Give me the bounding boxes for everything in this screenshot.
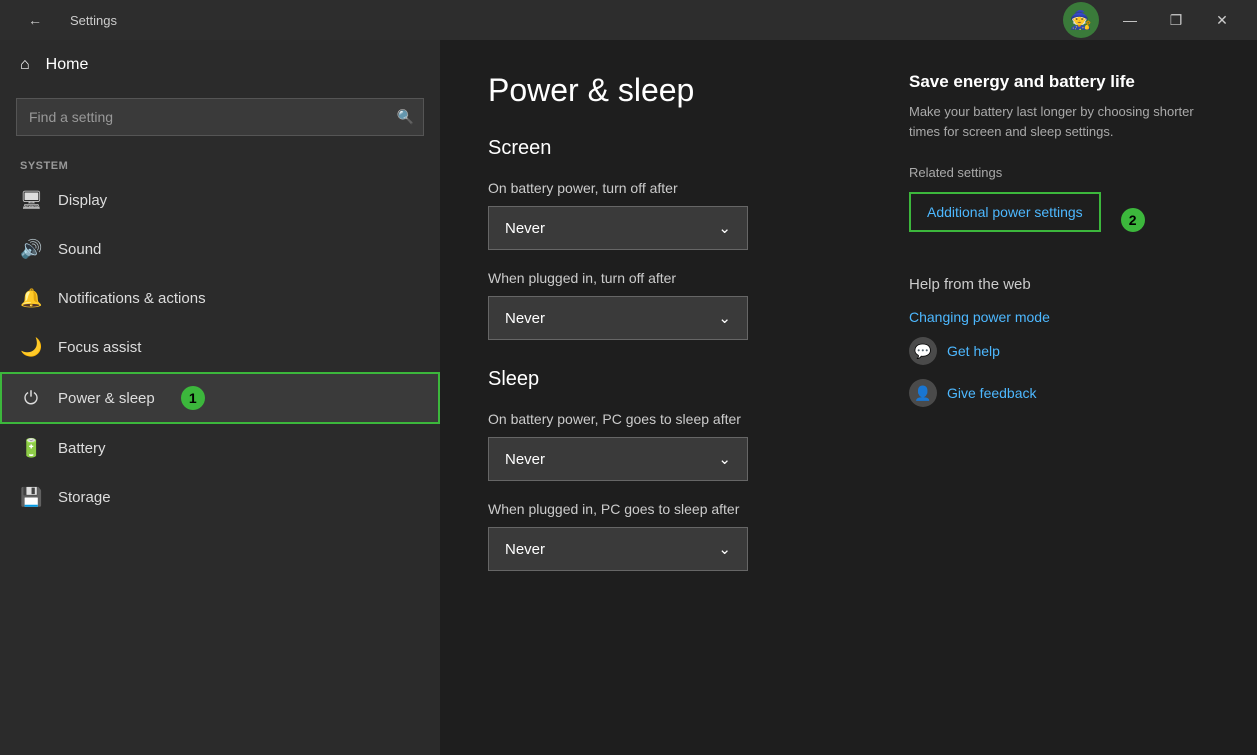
- give-feedback-row: 👤 Give feedback: [909, 379, 1209, 407]
- sidebar-item-focus[interactable]: 🌙 Focus assist: [0, 323, 440, 372]
- battery-sleep-value: Never: [505, 451, 545, 468]
- get-help-link[interactable]: Get help: [947, 343, 1000, 359]
- battery-sleep-dropdown[interactable]: Never ⌄: [488, 437, 748, 481]
- chevron-down-icon: ⌄: [718, 309, 731, 327]
- sidebar-item-power[interactable]: ⏻ Power & sleep 1: [0, 372, 440, 424]
- plugged-screen-value: Never: [505, 310, 545, 327]
- sidebar-item-display[interactable]: 🖥 Display: [0, 176, 440, 225]
- sidebar: ⌂ Home 🔍 System 🖥 Display 🔊 Sound 🔔 Noti…: [0, 40, 440, 755]
- title-bar-title: Settings: [70, 13, 117, 28]
- additional-power-settings-link[interactable]: Additional power settings: [909, 192, 1101, 232]
- window-controls: — ❐ ✕: [1107, 0, 1245, 40]
- sidebar-item-battery[interactable]: 🔋 Battery: [0, 424, 440, 473]
- sound-icon: 🔊: [20, 239, 42, 260]
- display-icon: 🖥: [20, 190, 42, 211]
- search-icon[interactable]: 🔍: [397, 109, 414, 126]
- back-button[interactable]: ←: [12, 0, 58, 40]
- help-title: Help from the web: [909, 276, 1209, 293]
- get-help-icon: 💬: [909, 337, 937, 365]
- power-badge: 1: [181, 386, 205, 410]
- battery-screen-dropdown[interactable]: Never ⌄: [488, 206, 748, 250]
- search-input[interactable]: [16, 98, 424, 136]
- sidebar-item-label: Power & sleep: [58, 390, 155, 407]
- storage-icon: 💾: [20, 487, 42, 508]
- page-title: Power & sleep: [488, 72, 849, 109]
- plugged-screen-dropdown[interactable]: Never ⌄: [488, 296, 748, 340]
- sidebar-item-label: Display: [58, 192, 107, 209]
- sidebar-item-notifications[interactable]: 🔔 Notifications & actions: [0, 274, 440, 323]
- content-area: Power & sleep Screen On battery power, t…: [440, 40, 1257, 755]
- plugged-sleep-value: Never: [505, 541, 545, 558]
- right-panel: Save energy and battery life Make your b…: [909, 72, 1209, 723]
- give-feedback-icon: 👤: [909, 379, 937, 407]
- screen-section-title: Screen: [488, 137, 849, 160]
- plugged-sleep-dropdown[interactable]: Never ⌄: [488, 527, 748, 571]
- maximize-button[interactable]: ❐: [1153, 0, 1199, 40]
- battery-icon: 🔋: [20, 438, 42, 459]
- battery-screen-label: On battery power, turn off after: [488, 180, 849, 196]
- sidebar-item-label: Storage: [58, 489, 111, 506]
- minimize-button[interactable]: —: [1107, 0, 1153, 40]
- main-layout: ⌂ Home 🔍 System 🖥 Display 🔊 Sound 🔔 Noti…: [0, 40, 1257, 755]
- changing-power-mode-link[interactable]: Changing power mode: [909, 309, 1209, 325]
- sidebar-item-label: Focus assist: [58, 339, 141, 356]
- sidebar-item-label: Battery: [58, 440, 106, 457]
- home-label: Home: [46, 56, 89, 74]
- sidebar-item-label: Sound: [58, 241, 101, 258]
- get-help-row: 💬 Get help: [909, 337, 1209, 365]
- sleep-section-title: Sleep: [488, 368, 849, 391]
- system-label: System: [0, 152, 440, 176]
- focus-icon: 🌙: [20, 337, 42, 358]
- sidebar-item-home[interactable]: ⌂ Home: [0, 40, 440, 90]
- chevron-down-icon: ⌄: [718, 219, 731, 237]
- home-icon: ⌂: [20, 56, 30, 74]
- title-bar-left: ← Settings: [12, 0, 117, 40]
- give-feedback-link[interactable]: Give feedback: [947, 385, 1037, 401]
- title-bar: ← Settings 🧙 — ❐ ✕: [0, 0, 1257, 40]
- close-button[interactable]: ✕: [1199, 0, 1245, 40]
- notifications-icon: 🔔: [20, 288, 42, 309]
- info-text: Make your battery last longer by choosin…: [909, 102, 1209, 141]
- chevron-down-icon: ⌄: [718, 450, 731, 468]
- sidebar-item-storage[interactable]: 💾 Storage: [0, 473, 440, 522]
- power-icon: ⏻: [20, 388, 42, 409]
- additional-power-badge: 2: [1121, 208, 1145, 232]
- sidebar-item-sound[interactable]: 🔊 Sound: [0, 225, 440, 274]
- sidebar-item-label: Notifications & actions: [58, 290, 206, 307]
- chevron-down-icon: ⌄: [718, 540, 731, 558]
- avatar: 🧙: [1063, 2, 1099, 38]
- main-content: Power & sleep Screen On battery power, t…: [488, 72, 849, 723]
- related-label: Related settings: [909, 165, 1209, 180]
- plugged-screen-label: When plugged in, turn off after: [488, 270, 849, 286]
- battery-screen-value: Never: [505, 220, 545, 237]
- battery-sleep-label: On battery power, PC goes to sleep after: [488, 411, 849, 427]
- search-box: 🔍: [16, 98, 424, 136]
- plugged-sleep-label: When plugged in, PC goes to sleep after: [488, 501, 849, 517]
- info-title: Save energy and battery life: [909, 72, 1209, 92]
